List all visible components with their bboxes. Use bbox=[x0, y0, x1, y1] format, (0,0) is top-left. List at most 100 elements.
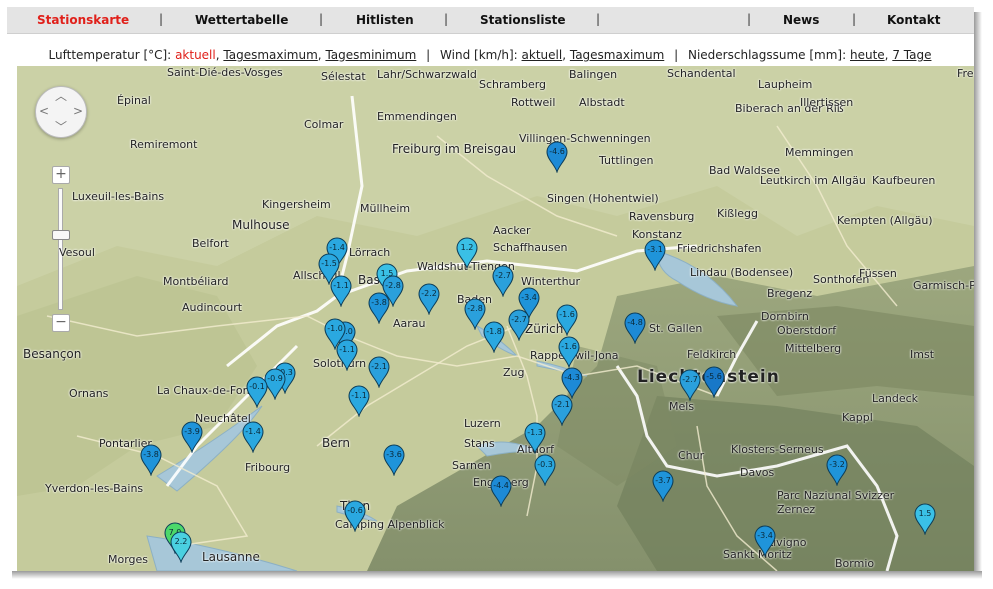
rain-today-link[interactable]: heute bbox=[850, 48, 885, 62]
map-pin-icon bbox=[652, 470, 674, 503]
station-map[interactable]: ︿ ﹀ < > + − Saint-Dié-des-Vosges Sélestat… bbox=[17, 66, 974, 571]
pan-right-icon[interactable]: > bbox=[73, 105, 83, 117]
station-marker[interactable]: 2.2 bbox=[169, 531, 193, 564]
wind-current-link[interactable]: aktuell bbox=[522, 48, 563, 62]
station-marker[interactable]: -3.4 bbox=[753, 525, 777, 558]
nav-kontakt[interactable]: Kontakt bbox=[887, 13, 940, 27]
station-marker[interactable]: -4.8 bbox=[623, 312, 647, 345]
station-marker[interactable]: 1.5 bbox=[913, 503, 937, 536]
place-label: Landeck bbox=[872, 392, 919, 405]
station-marker[interactable]: -1.3 bbox=[523, 422, 547, 455]
place-label: Singen (Hohentwiel) bbox=[547, 192, 659, 205]
place-label: Kißlegg bbox=[717, 207, 758, 220]
rain-label: Niederschlagssume [mm]: bbox=[687, 48, 847, 62]
station-marker[interactable]: -3.8 bbox=[139, 444, 163, 477]
pan-down-icon[interactable]: ﹀ bbox=[55, 121, 67, 133]
place-label: Mels bbox=[669, 400, 695, 413]
station-marker[interactable]: -2.1 bbox=[367, 356, 391, 389]
nav-wettertabelle[interactable]: Wettertabelle bbox=[195, 13, 288, 27]
station-marker[interactable]: -5.6 bbox=[702, 366, 726, 399]
station-marker[interactable]: -2.1 bbox=[550, 394, 574, 427]
zoom-slider-thumb[interactable] bbox=[52, 230, 70, 240]
station-marker[interactable]: -2.2 bbox=[417, 283, 441, 316]
station-temperature: -5.6 bbox=[706, 372, 722, 381]
station-temperature: 2.2 bbox=[174, 537, 188, 546]
station-marker[interactable]: -1.1 bbox=[335, 339, 359, 372]
pan-left-icon[interactable]: < bbox=[39, 105, 49, 117]
station-marker[interactable]: -1.6 bbox=[557, 336, 581, 369]
station-marker[interactable]: -2.7 bbox=[678, 369, 702, 402]
place-label: Stans bbox=[464, 437, 495, 450]
map-pin-icon bbox=[348, 385, 370, 418]
temp-daily-min-link[interactable]: Tagesminimum bbox=[325, 48, 416, 62]
place-label: Épinal bbox=[117, 94, 151, 107]
place-label: Albstadt bbox=[579, 96, 625, 109]
station-temperature: -1.1 bbox=[351, 391, 367, 400]
station-marker[interactable]: -0.6 bbox=[343, 500, 367, 533]
place-label: Montbéliard bbox=[163, 275, 229, 288]
station-temperature: -0.6 bbox=[347, 506, 363, 515]
map-pin-icon bbox=[344, 500, 366, 533]
station-marker[interactable]: -0.3 bbox=[533, 454, 557, 487]
place-label: Rottweil bbox=[511, 96, 556, 109]
station-temperature: -3.7 bbox=[655, 476, 671, 485]
place-label: Audincourt bbox=[182, 301, 243, 314]
map-pin-icon bbox=[546, 141, 568, 174]
station-marker[interactable]: -3.8 bbox=[367, 292, 391, 325]
station-temperature: -2.2 bbox=[421, 289, 437, 298]
map-pin-icon bbox=[330, 275, 352, 308]
map-pan-control[interactable]: ︿ ﹀ < > bbox=[35, 86, 87, 138]
place-label: Aacker bbox=[493, 224, 531, 237]
station-marker[interactable]: -4.6 bbox=[545, 141, 569, 174]
temp-current-link[interactable]: aktuell bbox=[175, 48, 216, 62]
nav-stationskarte[interactable]: Stationskarte bbox=[37, 13, 129, 27]
place-label: Imst bbox=[910, 348, 935, 361]
place-label: Sarnen bbox=[452, 459, 491, 472]
main-navigation: Stationskarte | Wettertabelle | Hitliste… bbox=[7, 7, 974, 34]
station-marker[interactable]: -3.6 bbox=[382, 444, 406, 477]
pan-up-icon[interactable]: ︿ bbox=[55, 90, 67, 102]
nav-hitlisten[interactable]: Hitlisten bbox=[356, 13, 414, 27]
station-temperature: -1.6 bbox=[559, 310, 575, 319]
station-marker[interactable]: -1.6 bbox=[555, 304, 579, 337]
station-marker[interactable]: -1.1 bbox=[347, 385, 371, 418]
station-temperature: -3.6 bbox=[386, 450, 402, 459]
station-temperature: -1.4 bbox=[329, 243, 345, 252]
place-label: Leutkirch im Allgäu bbox=[760, 174, 866, 187]
place-label: Kappl bbox=[842, 411, 873, 424]
place-label: Mulhouse bbox=[232, 218, 290, 232]
rain-7days-link[interactable]: 7 Tage bbox=[892, 48, 931, 62]
map-pin-icon bbox=[368, 292, 390, 325]
nav-news[interactable]: News bbox=[783, 13, 819, 27]
station-marker[interactable]: -1.8 bbox=[482, 321, 506, 354]
station-temperature: -4.6 bbox=[549, 147, 565, 156]
place-label: Feldkirch bbox=[687, 348, 737, 361]
station-marker[interactable]: -3.7 bbox=[651, 470, 675, 503]
station-marker[interactable]: -2.7 bbox=[507, 309, 531, 342]
map-pin-icon bbox=[483, 321, 505, 354]
map-pin-icon bbox=[558, 336, 580, 369]
station-marker[interactable]: -4.4 bbox=[489, 475, 513, 508]
place-label: Saint-Dié-des-Vosges bbox=[167, 66, 283, 79]
wind-daily-max-link[interactable]: Tagesmaximum bbox=[570, 48, 664, 62]
map-pin-icon bbox=[703, 366, 725, 399]
place-label: Lörrach bbox=[349, 246, 391, 259]
station-marker[interactable]: -1.1 bbox=[329, 275, 353, 308]
temp-daily-max-link[interactable]: Tagesmaximum bbox=[223, 48, 317, 62]
station-temperature: -3.4 bbox=[521, 293, 537, 302]
station-marker[interactable]: -3.1 bbox=[643, 239, 667, 272]
place-label: Parc Naziunal Svizzer bbox=[777, 489, 895, 502]
nav-stationsliste[interactable]: Stationsliste bbox=[480, 13, 566, 27]
station-temperature: -2.7 bbox=[682, 375, 698, 384]
station-marker[interactable]: -2.7 bbox=[491, 265, 515, 298]
station-marker[interactable]: 1.2 bbox=[455, 237, 479, 270]
station-marker[interactable]: -1.4 bbox=[241, 421, 265, 454]
place-label: Luxeuil-les-Bains bbox=[72, 190, 165, 203]
station-marker[interactable]: -3.2 bbox=[825, 454, 849, 487]
place-label: Besançon bbox=[23, 347, 82, 361]
place-label: Schandental bbox=[667, 67, 736, 80]
station-marker[interactable]: -0.1 bbox=[245, 376, 269, 409]
zoom-out-button[interactable]: − bbox=[52, 314, 70, 332]
station-marker[interactable]: -3.9 bbox=[180, 421, 204, 454]
zoom-in-button[interactable]: + bbox=[52, 166, 70, 184]
